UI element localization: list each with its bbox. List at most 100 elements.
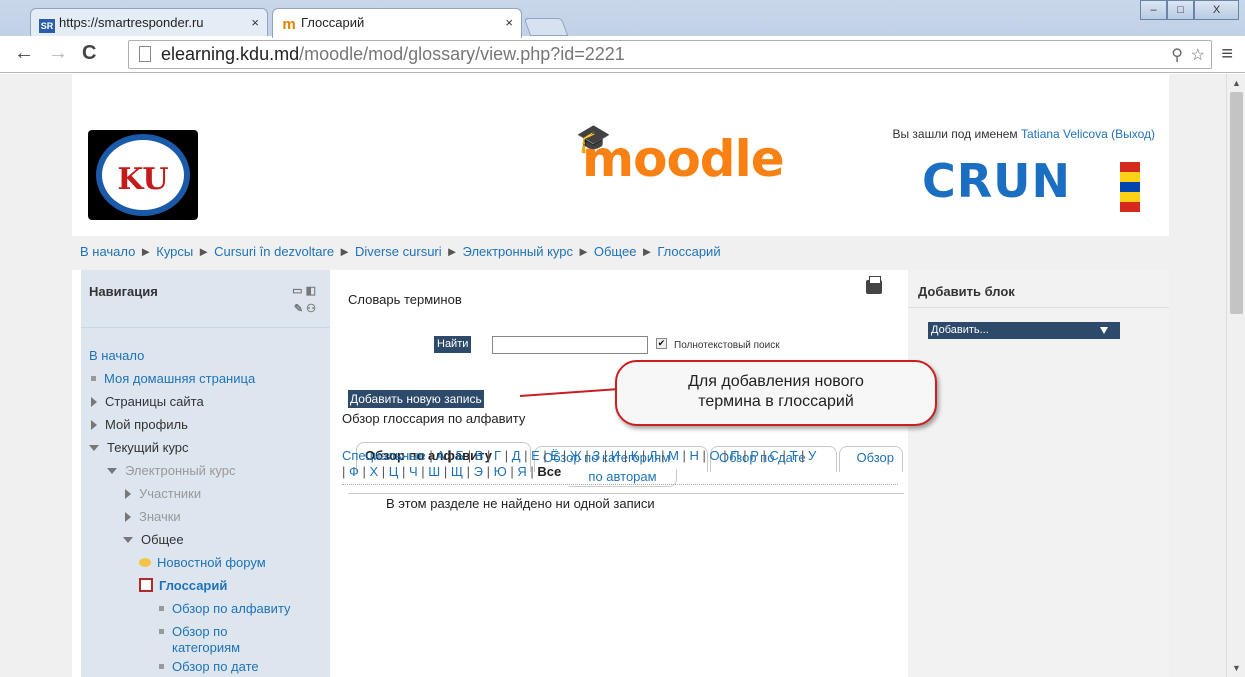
assign-roles-icon[interactable]: ⚇ bbox=[306, 303, 316, 315]
alphabet-line-1: Специальные | А | Б | В | Г | Д | Е | Ё … bbox=[342, 448, 902, 464]
moodle-logo[interactable]: 🎓 moodle bbox=[576, 122, 785, 188]
alphabet-letter-link[interactable]: А bbox=[436, 448, 445, 463]
alphabet-line-2: | Ф | Х | Ц | Ч | Ш | Щ | Э | Ю | Я | Вс… bbox=[342, 464, 902, 480]
nav-item-browse-alphabet[interactable]: Обзор по алфавиту bbox=[81, 597, 330, 620]
alphabet-letter-link[interactable]: Щ bbox=[451, 464, 463, 479]
nav-item-site-pages[interactable]: Страницы сайта bbox=[81, 390, 330, 413]
nav-item-my-home[interactable]: Моя домашняя страница bbox=[81, 367, 330, 390]
nav-item-glossary[interactable]: Глоссарий bbox=[81, 574, 330, 597]
breadcrumb-section[interactable]: Общее bbox=[594, 244, 637, 259]
alphabet-letter-link[interactable]: П bbox=[730, 448, 739, 463]
nav-item-news-forum[interactable]: Новостной форум bbox=[81, 551, 330, 574]
forward-arrow-icon[interactable]: → bbox=[48, 42, 68, 65]
back-arrow-icon[interactable]: ← bbox=[14, 42, 34, 65]
browser-menu-icon[interactable]: ≡ bbox=[1221, 43, 1233, 66]
pipe-separator: | bbox=[559, 448, 570, 463]
alphabet-letter-link[interactable]: И bbox=[611, 448, 620, 463]
alphabet-letter-link[interactable]: Б bbox=[456, 448, 465, 463]
nav-item-course[interactable]: Электронный курс bbox=[81, 459, 330, 482]
alphabet-letter-link[interactable]: Э bbox=[474, 464, 483, 479]
page-scrollbar[interactable]: ▲ ▼ bbox=[1226, 74, 1245, 677]
crunt-logo[interactable]: CRUN bbox=[922, 154, 1071, 208]
maximize-button[interactable]: □ bbox=[1167, 0, 1194, 20]
alphabet-letter-link[interactable]: Ё bbox=[550, 448, 559, 463]
nav-item-my-profile[interactable]: Мой профиль bbox=[81, 413, 330, 436]
alphabet-letter-link[interactable]: Ж bbox=[570, 448, 582, 463]
crunt-flags-icon bbox=[1120, 162, 1140, 212]
address-bar[interactable]: elearning.kdu.md/moodle/mod/glossary/vie… bbox=[128, 40, 1212, 69]
pipe-separator: | bbox=[464, 448, 475, 463]
alphabet-letter-link[interactable]: У bbox=[808, 448, 816, 463]
nav-item-browse-date[interactable]: Обзор по дате bbox=[81, 658, 330, 676]
nav-item-participants[interactable]: Участники bbox=[81, 482, 330, 505]
alphabet-letter-link[interactable]: Е bbox=[531, 448, 540, 463]
scroll-down-icon[interactable]: ▼ bbox=[1232, 663, 1241, 673]
kdu-university-logo[interactable]: KU bbox=[88, 130, 198, 220]
close-window-button[interactable]: X bbox=[1194, 0, 1239, 20]
breadcrumb-subcategory[interactable]: Diverse cursuri bbox=[355, 244, 442, 259]
logout-link[interactable]: (Выход) bbox=[1111, 127, 1155, 141]
new-tab-button[interactable] bbox=[523, 18, 569, 36]
alphabet-letter-link[interactable]: Ш bbox=[428, 464, 440, 479]
alphabet-letter-link[interactable]: Д bbox=[512, 448, 521, 463]
browser-tab-glossary[interactable]: m Глоссарий × bbox=[272, 8, 522, 38]
alphabet-letter-link[interactable]: Специальные bbox=[342, 448, 426, 463]
alphabet-all-link[interactable]: Все bbox=[537, 464, 561, 479]
alphabet-letter-link[interactable]: Ф bbox=[349, 464, 359, 479]
bookmark-star-icon[interactable]: ☆ bbox=[1191, 45, 1205, 65]
alphabet-letter-link[interactable]: Я bbox=[517, 464, 526, 479]
dock-block-icon[interactable]: ◧ bbox=[306, 285, 316, 297]
tab-title: https://smartresponder.ru bbox=[59, 15, 204, 30]
breadcrumb-courses[interactable]: Курсы bbox=[156, 244, 193, 259]
navigation-block-title: Навигация bbox=[89, 284, 158, 299]
alphabet-letter-link[interactable]: Х bbox=[370, 464, 379, 479]
scrollbar-thumb[interactable] bbox=[1230, 92, 1243, 314]
pipe-separator: | bbox=[698, 448, 710, 463]
breadcrumb-glossary[interactable]: Глоссарий bbox=[657, 244, 720, 259]
user-profile-link[interactable]: Tatiana Velicova bbox=[1021, 127, 1108, 141]
configure-block-icon[interactable]: ✎ bbox=[294, 303, 303, 315]
pipe-separator: | bbox=[600, 448, 611, 463]
page-viewport: Вы зашли под именем Tatiana Velicova (Вы… bbox=[0, 74, 1226, 677]
breadcrumb-course[interactable]: Электронный курс bbox=[463, 244, 573, 259]
nav-item-badges[interactable]: Значки bbox=[81, 505, 330, 528]
alphabet-letter-link[interactable]: Ю bbox=[494, 464, 507, 479]
collapse-block-icon[interactable]: ▭ bbox=[292, 285, 302, 297]
alphabet-letter-link[interactable]: Р bbox=[750, 448, 759, 463]
alphabet-letter-link[interactable]: Ч bbox=[409, 464, 418, 479]
alphabet-letter-link[interactable]: Н bbox=[690, 448, 699, 463]
moodle-favicon-icon: m bbox=[282, 16, 296, 33]
browser-tab-smartresponder[interactable]: SR https://smartresponder.ru × bbox=[30, 8, 268, 36]
nav-item-home[interactable]: В начало bbox=[81, 344, 330, 367]
glossary-book-icon bbox=[139, 578, 153, 592]
expand-arrow-icon bbox=[91, 420, 97, 430]
pipe-separator: | bbox=[506, 464, 518, 479]
nav-item-browse-category-cont[interactable]: категориям bbox=[81, 640, 330, 656]
pipe-separator: | bbox=[520, 448, 532, 463]
scroll-up-icon[interactable]: ▲ bbox=[1232, 78, 1241, 88]
alphabet-letter-link[interactable]: М bbox=[668, 448, 679, 463]
alphabet-letter-link[interactable]: З bbox=[592, 448, 600, 463]
pipe-separator: | bbox=[358, 464, 370, 479]
pipe-separator: | bbox=[463, 464, 474, 479]
breadcrumb: В начало ► Курсы ► Cursuri în dezvoltare ► Div… bbox=[72, 236, 1169, 270]
moodle-page: Вы зашли под именем Tatiana Velicova (Вы… bbox=[72, 74, 1169, 677]
breadcrumb-category[interactable]: Cursuri în dezvoltare bbox=[214, 244, 334, 259]
reload-icon[interactable]: C bbox=[82, 42, 96, 65]
nav-item-general[interactable]: Общее bbox=[81, 528, 330, 551]
add-block-select[interactable]: Добавить... bbox=[928, 322, 1120, 339]
nav-item-browse-category[interactable]: Обзор по bbox=[81, 624, 330, 640]
breadcrumb-home[interactable]: В начало bbox=[80, 244, 135, 259]
url-text[interactable]: elearning.kdu.md/moodle/mod/glossary/vie… bbox=[161, 44, 625, 65]
pipe-separator: | bbox=[378, 464, 389, 479]
alphabet-letter-link[interactable]: Ц bbox=[389, 464, 399, 479]
alphabet-letter-link[interactable]: С bbox=[769, 448, 778, 463]
pipe-separator: | bbox=[719, 448, 731, 463]
zoom-icon[interactable]: ⚲ bbox=[1171, 45, 1183, 65]
minimize-button[interactable]: – bbox=[1140, 0, 1167, 20]
close-tab-icon[interactable]: × bbox=[251, 15, 259, 30]
nav-item-current-course[interactable]: Текущий курс bbox=[81, 436, 330, 459]
alphabet-letter-link[interactable]: О bbox=[710, 448, 720, 463]
close-tab-icon[interactable]: × bbox=[505, 15, 513, 30]
page-icon bbox=[139, 46, 151, 62]
